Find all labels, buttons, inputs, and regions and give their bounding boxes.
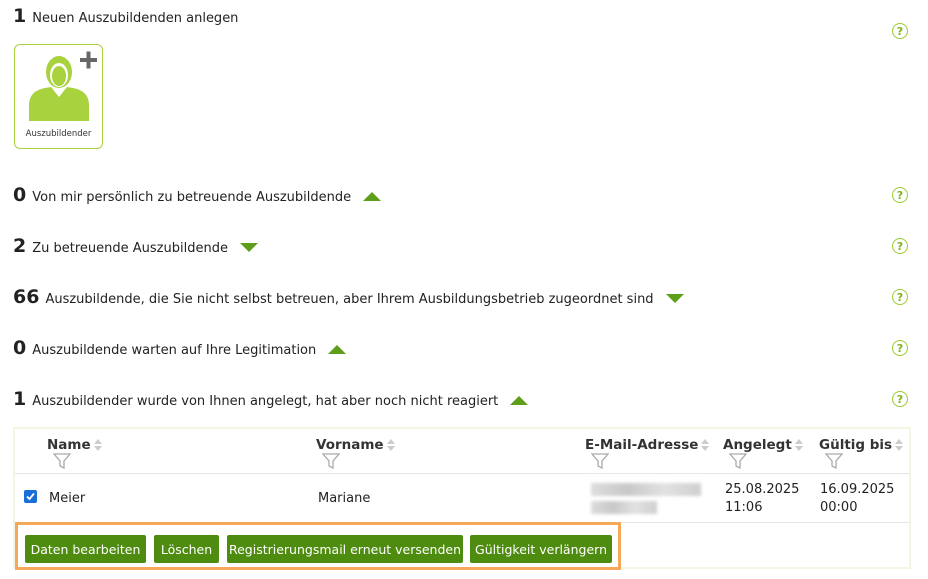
section-label: Von mir persönlich zu betreuende Auszubi…	[32, 190, 352, 205]
help-icon[interactable]: ?	[892, 391, 908, 407]
help-icon[interactable]: ?	[892, 187, 908, 203]
expand-toggle-icon[interactable]	[510, 396, 529, 405]
section-label: Neuen Auszubildenden anlegen	[32, 11, 239, 26]
collapse-toggle-icon[interactable]	[239, 243, 258, 252]
section-pending-legitimation: 0 Auszubildende warten auf Ihre Legitima…	[13, 337, 347, 359]
column-header-gueltig[interactable]: Gültig bis	[819, 437, 904, 453]
section-count: 66	[13, 286, 40, 308]
filter-icon[interactable]	[825, 453, 843, 469]
section-supervised-trainees: 2 Zu betreuende Auszubildende	[13, 235, 258, 257]
trainee-table: Name Vorname E-Mail-Adresse Angelegt Gül…	[13, 427, 911, 570]
row-checkbox[interactable]	[24, 490, 37, 503]
section-count: 0	[13, 337, 27, 359]
person-add-icon	[29, 51, 97, 121]
filter-icon[interactable]	[53, 453, 71, 469]
section-count: 0	[13, 184, 27, 206]
filter-icon[interactable]	[729, 453, 747, 469]
email-redacted	[591, 501, 657, 514]
section-label: Auszubildende warten auf Ihre Legitimati…	[32, 343, 317, 358]
column-header-name[interactable]: Name	[47, 437, 103, 453]
section-count: 1	[13, 5, 27, 27]
help-icon[interactable]: ?	[892, 340, 908, 356]
sort-icon[interactable]	[93, 438, 103, 452]
header-divider	[15, 473, 909, 474]
section-personal-trainees: 0 Von mir persönlich zu betreuende Auszu…	[13, 184, 382, 206]
filter-icon[interactable]	[322, 453, 340, 469]
email-redacted	[591, 483, 701, 496]
cell-name: Meier	[49, 491, 86, 506]
cell-gueltig-time: 00:00	[820, 500, 858, 515]
section-label: Auszubildende, die Sie nicht selbst betr…	[45, 292, 654, 307]
expand-toggle-icon[interactable]	[328, 345, 347, 354]
cell-angelegt-time: 11:06	[725, 500, 763, 515]
check-icon	[26, 492, 35, 501]
sort-icon[interactable]	[386, 438, 396, 452]
section-label: Auszubildender wurde von Ihnen angelegt,…	[32, 394, 499, 409]
action-bar: Daten bearbeiten Löschen Registrierungsm…	[15, 522, 621, 570]
resend-registration-button[interactable]: Registrierungsmail erneut versenden	[227, 535, 463, 563]
add-trainee-tile[interactable]: Auszubildender	[14, 44, 103, 149]
cell-gueltig-date: 16.09.2025	[820, 482, 895, 497]
column-header-email[interactable]: E-Mail-Adresse	[585, 437, 710, 453]
column-header-angelegt[interactable]: Angelegt	[723, 437, 804, 453]
filter-icon[interactable]	[591, 453, 609, 469]
cell-angelegt-date: 25.08.2025	[725, 482, 800, 497]
collapse-toggle-icon[interactable]	[665, 294, 684, 303]
column-header-vorname[interactable]: Vorname	[316, 437, 396, 453]
edit-data-button[interactable]: Daten bearbeiten	[25, 535, 146, 563]
section-count: 1	[13, 388, 27, 410]
sort-icon[interactable]	[894, 438, 904, 452]
section-new-trainee: 1 Neuen Auszubildenden anlegen	[13, 5, 238, 27]
tile-label: Auszubildender	[25, 129, 92, 139]
section-created-unresponsive: 1 Auszubildender wurde von Ihnen angeleg…	[13, 388, 529, 410]
extend-validity-button[interactable]: Gültigkeit verlängern	[470, 535, 612, 563]
expand-toggle-icon[interactable]	[363, 192, 382, 201]
help-icon[interactable]: ?	[892, 238, 908, 254]
section-count: 2	[13, 235, 27, 257]
section-label: Zu betreuende Auszubildende	[32, 241, 228, 256]
help-icon[interactable]: ?	[892, 23, 908, 39]
delete-button[interactable]: Löschen	[154, 535, 219, 563]
help-icon[interactable]: ?	[892, 289, 908, 305]
cell-vorname: Mariane	[318, 491, 371, 506]
sort-icon[interactable]	[700, 438, 710, 452]
section-company-trainees: 66 Auszubildende, die Sie nicht selbst b…	[13, 286, 684, 308]
sort-icon[interactable]	[794, 438, 804, 452]
